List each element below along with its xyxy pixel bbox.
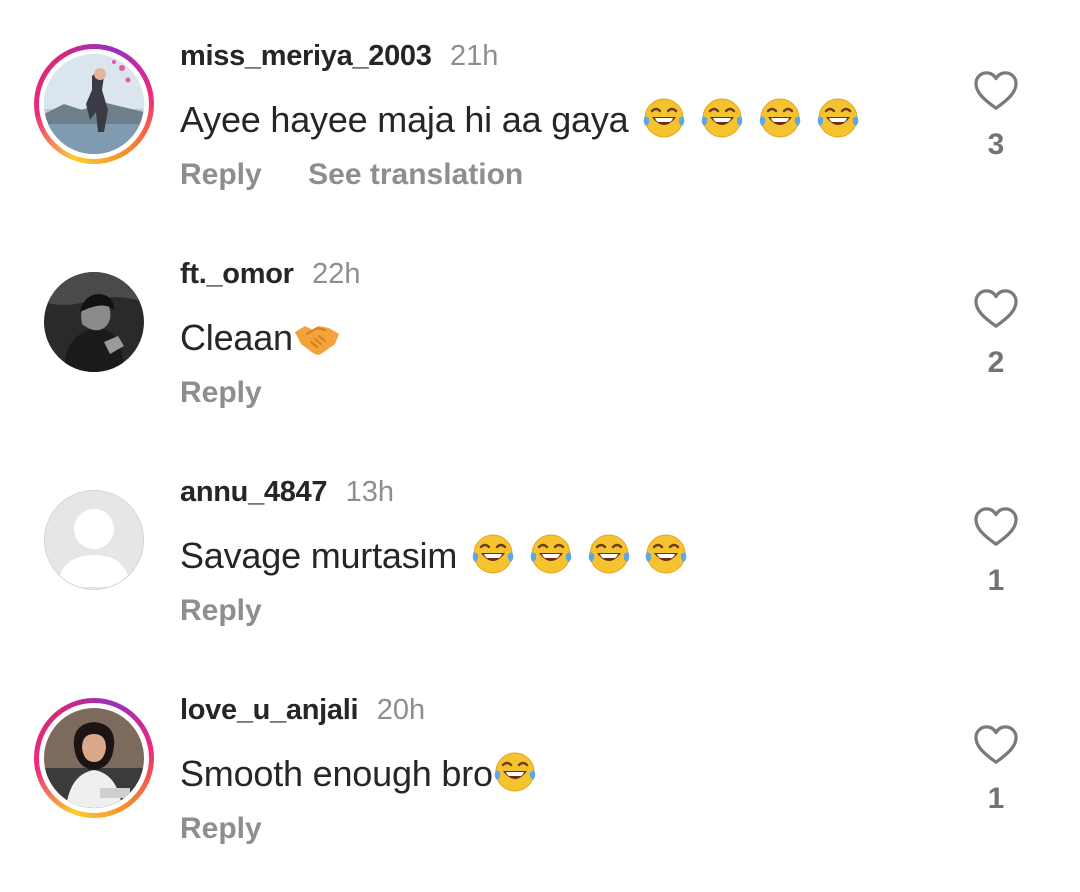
- face-with-tears-of-joy-icon: [758, 96, 802, 140]
- comment-text-content: Ayee hayee maja hi aa gaya: [180, 99, 629, 140]
- default-avatar-icon: [44, 490, 144, 590]
- like-count: 2: [987, 346, 1005, 379]
- avatar[interactable]: [34, 44, 154, 164]
- like-control: 3: [972, 70, 1020, 162]
- see-translation-button[interactable]: See translation: [308, 158, 523, 191]
- like-control: 1: [972, 506, 1020, 598]
- heart-outline-icon[interactable]: [973, 288, 1019, 330]
- username[interactable]: annu_4847: [180, 476, 328, 508]
- comment-text-content: Cleaan: [180, 317, 293, 358]
- timestamp: 20h: [376, 694, 426, 726]
- timestamp: 13h: [345, 476, 395, 508]
- avatar[interactable]: [34, 480, 154, 600]
- comment-text-content: Smooth enough bro: [180, 753, 493, 794]
- username[interactable]: ft._omor: [180, 258, 294, 290]
- avatar[interactable]: [34, 698, 154, 818]
- comment-item: miss_meriya_2003 21h Ayee hayee maja hi …: [0, 0, 1080, 200]
- comment-header: love_u_anjali 20h: [180, 694, 425, 730]
- avatar-image: [44, 272, 144, 372]
- avatar-image: [44, 54, 144, 154]
- timestamp: 21h: [450, 40, 499, 72]
- comment-text-content: Savage murtasim: [180, 535, 458, 576]
- like-control: 2: [972, 288, 1020, 380]
- like-count: 1: [987, 564, 1005, 597]
- face-with-tears-of-joy-icon: [587, 532, 631, 576]
- comment-actions: Reply See translation: [180, 158, 523, 192]
- comment-header: ft._omor 22h: [180, 258, 360, 294]
- face-with-tears-of-joy-icon: [493, 750, 537, 794]
- username[interactable]: miss_meriya_2003: [180, 40, 432, 72]
- face-with-tears-of-joy-icon: [644, 532, 688, 576]
- face-with-tears-of-joy-icon: [529, 532, 573, 576]
- like-count: 3: [987, 128, 1005, 161]
- comment-item: love_u_anjali 20h Smooth enough bro Repl…: [0, 654, 1080, 854]
- reply-button[interactable]: Reply: [180, 594, 262, 627]
- comment-header: annu_4847 13h: [180, 476, 394, 512]
- comment-text: Savage murtasim: [180, 532, 688, 577]
- heart-outline-icon[interactable]: [973, 724, 1019, 766]
- comment-text: Cleaan: [180, 314, 341, 359]
- face-with-tears-of-joy-icon: [700, 96, 744, 140]
- reply-button[interactable]: Reply: [180, 812, 262, 845]
- comment-actions: Reply: [180, 812, 262, 846]
- comment-text: Smooth enough bro: [180, 750, 537, 795]
- avatar[interactable]: [34, 262, 154, 382]
- username[interactable]: love_u_anjali: [180, 694, 359, 726]
- reply-button[interactable]: Reply: [180, 158, 262, 191]
- heart-outline-icon[interactable]: [973, 506, 1019, 548]
- comment-actions: Reply: [180, 376, 262, 410]
- comment-actions: Reply: [180, 594, 262, 628]
- like-control: 1: [972, 724, 1020, 816]
- comment-item: annu_4847 13h Savage murtasim Reply 1: [0, 436, 1080, 636]
- face-with-tears-of-joy-icon: [471, 532, 515, 576]
- like-count: 1: [987, 782, 1005, 815]
- timestamp: 22h: [312, 258, 361, 290]
- comment-item: ft._omor 22h Cleaan Reply 2: [0, 218, 1080, 418]
- face-with-tears-of-joy-icon: [816, 96, 860, 140]
- comment-text: Ayee hayee maja hi aa gaya: [180, 96, 860, 141]
- reply-button[interactable]: Reply: [180, 376, 262, 409]
- handshake-icon: [293, 314, 341, 358]
- heart-outline-icon[interactable]: [973, 70, 1019, 112]
- face-with-tears-of-joy-icon: [642, 96, 686, 140]
- avatar-image: [44, 708, 144, 808]
- comment-header: miss_meriya_2003 21h: [180, 40, 498, 76]
